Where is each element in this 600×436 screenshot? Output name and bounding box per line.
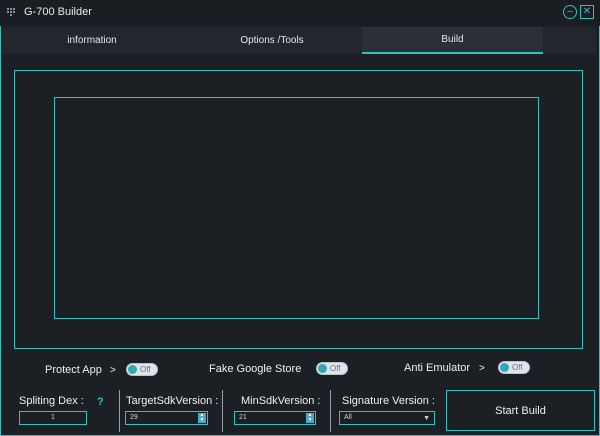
signature-version-select[interactable]: All ▼ xyxy=(339,411,435,425)
fake-google-store-label: Fake Google Store xyxy=(209,363,302,375)
target-sdk-value: 29 xyxy=(130,414,138,421)
help-icon[interactable]: ? xyxy=(97,396,104,408)
toggle-knob xyxy=(500,363,509,372)
divider xyxy=(330,390,331,432)
tab-information[interactable]: information xyxy=(2,27,182,54)
target-sdk-stepper[interactable]: 29 ▲ ▼ xyxy=(125,411,208,425)
signature-version-label: Signature Version : xyxy=(342,395,435,407)
spliting-dex-input[interactable]: 1 xyxy=(19,411,87,425)
title-bar: G-700 Builder – ✕ xyxy=(0,0,600,26)
spliting-dex-label: Spliting Dex : xyxy=(19,395,84,407)
stepper-arrows-icon[interactable]: ▲ ▼ xyxy=(198,413,206,423)
anti-emulator-toggle[interactable]: Off xyxy=(498,361,530,374)
tab-bar: information Options /Tools Build xyxy=(2,27,596,54)
signature-version-value: All xyxy=(344,414,352,421)
protect-app-state: Off xyxy=(140,365,151,374)
stepper-arrows-icon[interactable]: ▲ ▼ xyxy=(306,413,314,423)
protect-app-arrow: > xyxy=(110,365,116,376)
min-sdk-value: 21 xyxy=(239,414,247,421)
anti-emulator-state: Off xyxy=(512,363,523,372)
toggle-knob xyxy=(318,364,327,373)
divider xyxy=(119,390,120,432)
protect-app-label: Protect App xyxy=(45,364,102,376)
start-build-button[interactable]: Start Build xyxy=(446,390,595,431)
fake-google-store-toggle[interactable]: Off xyxy=(316,362,348,375)
anti-emulator-label: Anti Emulator xyxy=(404,362,471,374)
tab-options-tools[interactable]: Options /Tools xyxy=(182,27,362,54)
tab-build[interactable]: Build xyxy=(362,27,543,54)
min-sdk-label: MinSdkVersion : xyxy=(241,395,321,407)
chevron-down-icon: ▼ xyxy=(423,415,430,422)
min-sdk-stepper[interactable]: 21 ▲ ▼ xyxy=(234,411,316,425)
target-sdk-label: TargetSdkVersion : xyxy=(126,395,219,407)
build-log-area xyxy=(54,97,539,319)
divider xyxy=(222,390,223,432)
fake-google-store-state: Off xyxy=(330,364,341,373)
close-icon[interactable]: ✕ xyxy=(580,5,594,19)
minimize-icon[interactable]: – xyxy=(563,5,577,19)
anti-emulator-arrow: > xyxy=(479,363,485,374)
toggle-knob xyxy=(128,365,137,374)
protect-app-toggle[interactable]: Off xyxy=(126,363,158,376)
window-title: G-700 Builder xyxy=(24,6,92,18)
app-grid-icon xyxy=(6,7,16,17)
